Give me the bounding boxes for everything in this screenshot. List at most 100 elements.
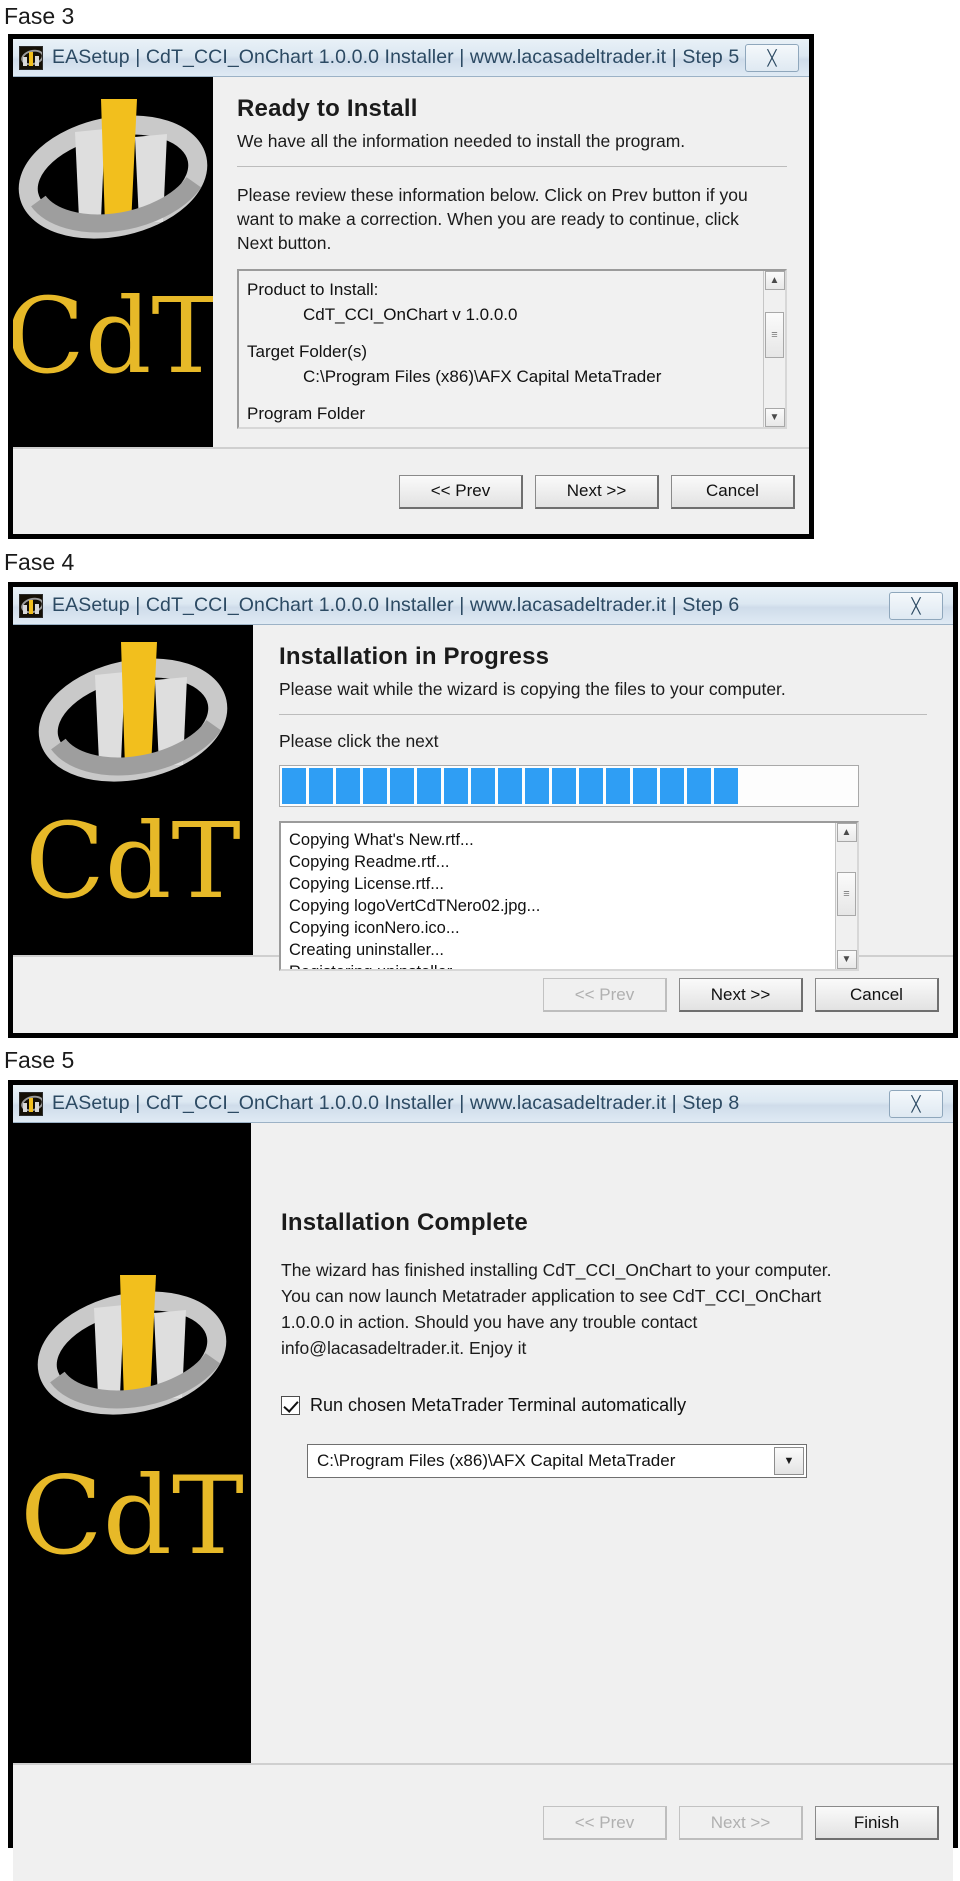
window-title: EASetup | CdT_CCI_OnChart 1.0.0.0 Instal… xyxy=(52,46,740,68)
window-body-step5: CdT Ready to Install We have all the inf… xyxy=(13,77,809,447)
app-icon xyxy=(19,45,43,70)
section-caption-fase3: Fase 3 xyxy=(4,3,75,29)
scroll-up-icon[interactable]: ▲ xyxy=(764,271,785,290)
progress-segment xyxy=(579,768,603,804)
progress-segment xyxy=(606,768,630,804)
branding-sidebar: CdT xyxy=(13,625,253,955)
progress-segment xyxy=(498,768,522,804)
progress-segment xyxy=(390,768,414,804)
divider xyxy=(237,166,787,167)
scrollbar-thumb[interactable]: ≡ xyxy=(765,312,784,358)
scroll-down-icon[interactable]: ▼ xyxy=(764,408,785,427)
footer-step8: << Prev Next >> Finish xyxy=(13,1763,953,1881)
titlebar-step6: EASetup | CdT_CCI_OnChart 1.0.0.0 Instal… xyxy=(13,587,953,625)
progress-segment xyxy=(525,768,549,804)
list-item: Copying What's New.rtf... xyxy=(289,831,474,849)
instruction-text: Please review these information below. C… xyxy=(237,185,748,253)
titlebar-step5: EASetup | CdT_CCI_OnChart 1.0.0.0 Instal… xyxy=(13,39,809,77)
summary-listbox-text: Product to Install: CdT_CCI_OnChart v 1.… xyxy=(239,271,763,427)
scroll-up-icon[interactable]: ▲ xyxy=(836,823,857,842)
window-body-step6: CdT Installation in Progress Please wait… xyxy=(13,625,953,971)
chevron-down-icon[interactable]: ▼ xyxy=(774,1447,804,1475)
content-step8: Installation Complete The wizard has fin… xyxy=(251,1123,953,1763)
checkbox-icon[interactable] xyxy=(281,1396,300,1415)
page-subtitle: Please wait while the wizard is copying … xyxy=(279,679,786,699)
prev-button[interactable]: << Prev xyxy=(543,1806,667,1840)
run-terminal-checkbox-row[interactable]: Run chosen MetaTrader Terminal automatic… xyxy=(281,1395,927,1416)
section-caption-fase4: Fase 4 xyxy=(4,549,75,575)
scroll-down-icon[interactable]: ▼ xyxy=(836,950,857,969)
cancel-button[interactable]: Cancel xyxy=(671,474,795,509)
list-item: C:\Program Files (x86)\AFX Capital MetaT… xyxy=(303,367,662,386)
terminal-path-value: C:\Program Files (x86)\AFX Capital MetaT… xyxy=(317,1451,676,1470)
progress-bar xyxy=(279,765,859,807)
finish-button[interactable]: Finish xyxy=(815,1806,939,1840)
list-item: Program Folder xyxy=(247,404,366,423)
close-icon[interactable]: ╳ xyxy=(889,592,943,620)
svg-text:CdT: CdT xyxy=(25,800,241,922)
progress-segment xyxy=(633,768,657,804)
cdt-logo: CdT xyxy=(13,1123,251,1763)
progress-segment xyxy=(363,768,387,804)
copy-log-listbox[interactable]: Copying What's New.rtf... Copying Readme… xyxy=(279,821,859,971)
completion-text: The wizard has finished installing CdT_C… xyxy=(281,1260,832,1358)
screenshot-page: Fase 3 EASetup | CdT_CCI_OnChart 1.0.0.0… xyxy=(0,0,960,1881)
installer-window-step8: EASetup | CdT_CCI_OnChart 1.0.0.0 Instal… xyxy=(8,1080,958,1881)
listbox-scrollbar[interactable]: ▲ ≡ ▼ xyxy=(835,823,857,969)
list-item: Copying logoVertCdTNero02.jpg... xyxy=(289,897,541,915)
list-item: Copying License.rtf... xyxy=(289,875,444,893)
list-item: Creating uninstaller... xyxy=(289,941,445,959)
prev-button[interactable]: << Prev xyxy=(543,978,667,1012)
installer-window-step6: EASetup | CdT_CCI_OnChart 1.0.0.0 Instal… xyxy=(8,582,958,1038)
listbox-scrollbar[interactable]: ▲ ≡ ▼ xyxy=(763,271,785,427)
progress-segment xyxy=(444,768,468,804)
progress-segment xyxy=(417,768,441,804)
list-item: Copying iconNero.ico... xyxy=(289,919,460,937)
footer-step5: << Prev Next >> Cancel xyxy=(13,447,809,534)
list-item: CdT_CCI_OnChart v 1.0.0.0 xyxy=(303,305,518,324)
close-icon[interactable]: ╳ xyxy=(889,1090,943,1118)
copy-log-text: Copying What's New.rtf... Copying Readme… xyxy=(281,823,835,969)
progress-segment xyxy=(714,768,738,804)
list-item: Product to Install: xyxy=(247,280,379,299)
list-item: Target Folder(s) xyxy=(247,342,367,361)
summary-listbox[interactable]: Product to Install: CdT_CCI_OnChart v 1.… xyxy=(237,269,787,429)
svg-text:CdT: CdT xyxy=(13,275,213,397)
scrollbar-thumb[interactable]: ≡ xyxy=(837,872,856,916)
page-subtitle: We have all the information needed to in… xyxy=(237,131,686,151)
progress-segment xyxy=(660,768,684,804)
next-button[interactable]: Next >> xyxy=(679,1806,803,1840)
page-title: Installation in Progress xyxy=(279,643,550,670)
branding-sidebar: CdT xyxy=(13,1123,251,1763)
progress-segment xyxy=(336,768,360,804)
content-step5: Ready to Install We have all the informa… xyxy=(213,77,809,447)
cdt-logo: CdT xyxy=(13,625,253,955)
progress-segment xyxy=(552,768,576,804)
run-terminal-checkbox-label: Run chosen MetaTrader Terminal automatic… xyxy=(310,1395,687,1415)
content-step6: Installation in Progress Please wait whi… xyxy=(253,625,953,971)
window-title: EASetup | CdT_CCI_OnChart 1.0.0.0 Instal… xyxy=(52,1092,740,1114)
branding-sidebar: CdT xyxy=(13,77,213,447)
page-title: Installation Complete xyxy=(281,1209,528,1236)
page-title: Ready to Install xyxy=(237,95,418,122)
cdt-logo: CdT xyxy=(13,77,213,447)
progress-segment xyxy=(282,768,306,804)
window-title: EASetup | CdT_CCI_OnChart 1.0.0.0 Instal… xyxy=(52,594,740,616)
cancel-button[interactable]: Cancel xyxy=(815,978,939,1012)
terminal-path-combobox[interactable]: C:\Program Files (x86)\AFX Capital MetaT… xyxy=(307,1444,807,1478)
divider xyxy=(279,714,927,715)
prev-button[interactable]: << Prev xyxy=(399,474,523,509)
svg-text:CdT: CdT xyxy=(20,1454,244,1579)
next-button[interactable]: Next >> xyxy=(535,474,659,509)
list-item: Copying Readme.rtf... xyxy=(289,853,450,871)
app-icon xyxy=(19,593,43,618)
next-button[interactable]: Next >> xyxy=(679,978,803,1012)
progress-segment xyxy=(471,768,495,804)
close-icon[interactable]: ╳ xyxy=(745,44,799,72)
app-icon xyxy=(19,1091,43,1116)
list-item: Registering uninstaller... xyxy=(289,961,827,969)
status-text: Please click the next xyxy=(279,731,439,751)
progress-segment xyxy=(687,768,711,804)
